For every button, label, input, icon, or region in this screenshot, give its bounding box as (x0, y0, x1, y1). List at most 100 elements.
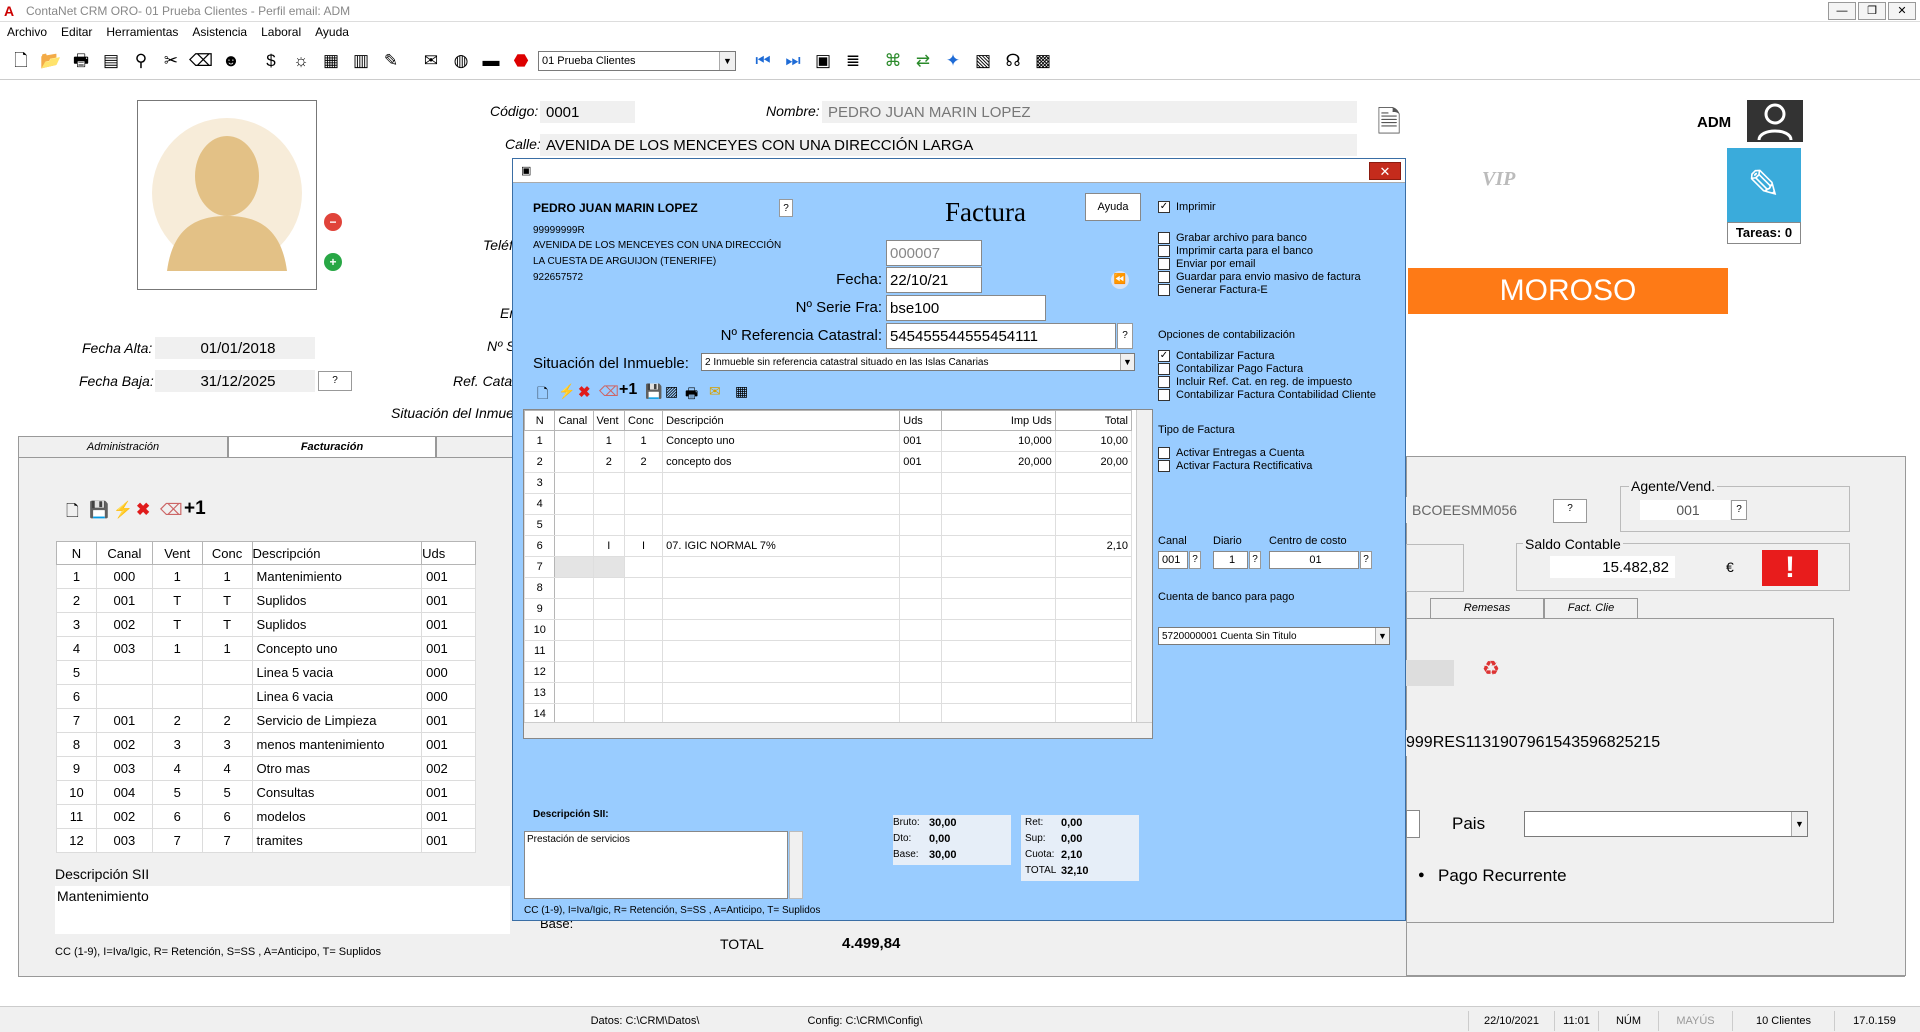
table-cell[interactable]: 9 (56, 756, 97, 781)
table-cell[interactable]: Otro mas (251, 756, 423, 781)
table-cell[interactable]: 5 (524, 514, 556, 536)
table-cell[interactable]: 12 (524, 661, 556, 683)
table-cell[interactable] (554, 493, 594, 515)
table-cell[interactable]: 003 (95, 636, 153, 661)
table-cell[interactable]: T (151, 588, 203, 613)
company-select[interactable]: 01 Prueba Clientes ▼ (538, 50, 736, 71)
fecha-baja-field[interactable]: 31/12/2025 (155, 370, 315, 392)
table-cell[interactable] (592, 472, 626, 494)
scan-icon[interactable]: ▧ (970, 48, 996, 74)
table-cell[interactable]: 001 (421, 828, 476, 853)
table-cell[interactable]: 001 (899, 430, 942, 452)
menu-ayuda[interactable]: Ayuda (308, 25, 356, 39)
card-reader-icon[interactable]: ▬ (478, 48, 504, 74)
table-cell[interactable] (899, 493, 942, 515)
table-cell[interactable] (662, 493, 901, 515)
table-cell[interactable]: 3 (151, 732, 203, 757)
table-cell[interactable] (662, 598, 901, 620)
table-cell[interactable]: 2 (56, 588, 97, 613)
table-row[interactable]: 5 Linea 5 vacia 000 (56, 660, 476, 685)
table-cell[interactable] (662, 682, 901, 704)
table-cell[interactable] (554, 472, 594, 494)
table-cell[interactable] (899, 535, 942, 557)
users-icon[interactable]: ☻ (218, 48, 244, 74)
bg-lightning-icon[interactable]: ⚡ (113, 500, 133, 520)
situacion-select[interactable]: 2 Inmueble sin referencia catastral situ… (701, 353, 1135, 371)
table-cell[interactable] (624, 472, 664, 494)
table-cell[interactable] (592, 682, 626, 704)
codigo-field[interactable]: 0001 (540, 101, 635, 123)
table-cell[interactable]: 10 (524, 619, 556, 641)
client-photo[interactable] (137, 100, 317, 290)
dlg-add-one-icon[interactable]: +1 (619, 381, 637, 399)
table-cell[interactable]: I (592, 535, 626, 557)
table-cell[interactable]: menos mantenimiento (251, 732, 423, 757)
serie-field[interactable]: bse100 (886, 295, 1046, 321)
table-cell[interactable]: Linea 6 vacia (251, 684, 423, 709)
next-icon[interactable]: ⏭ (780, 48, 806, 74)
table-cell[interactable]: 10 (56, 780, 97, 805)
table-cell[interactable] (592, 619, 626, 641)
table-cell[interactable]: 003 (95, 828, 153, 853)
tab-facturacion[interactable]: Facturación (228, 436, 436, 458)
table-cell[interactable]: 4 (151, 756, 203, 781)
recycle-icon[interactable]: ♻ (1482, 656, 1500, 681)
bank-code-field[interactable]: BCOEESMM056 (1406, 497, 1551, 523)
table-cell[interactable] (554, 430, 594, 452)
table-cell[interactable]: 001 (421, 708, 476, 733)
table-cell[interactable]: 1 (151, 564, 203, 589)
table-cell[interactable] (1054, 472, 1133, 494)
table-cell[interactable]: 001 (421, 804, 476, 829)
table-cell[interactable] (592, 598, 626, 620)
table-cell[interactable] (940, 493, 1056, 515)
table-cell[interactable] (1054, 493, 1133, 515)
globe-icon[interactable]: ◍ (448, 48, 474, 74)
table-row[interactable]: 4 003 1 1 Concepto uno 001 (56, 636, 476, 661)
table-cell[interactable] (1054, 577, 1133, 599)
dlg-grid-vscroll[interactable] (1136, 410, 1152, 722)
tab-remesas[interactable]: Remesas (1430, 598, 1544, 618)
money-bag-icon[interactable]: $ (258, 48, 284, 74)
menu-asistencia[interactable]: Asistencia (185, 25, 254, 39)
table-cell[interactable]: 001 (421, 780, 476, 805)
table-cell[interactable]: 1 (56, 564, 97, 589)
diario-field[interactable]: 1 (1213, 551, 1248, 569)
table-cell[interactable]: Concepto uno (251, 636, 423, 661)
table-cell[interactable] (554, 598, 594, 620)
option-checkbox[interactable]: Guardar para envio masivo de factura (1158, 270, 1361, 283)
canal-help-button[interactable]: ? (1189, 551, 1201, 569)
table-cell[interactable] (624, 619, 664, 641)
dlg-desc-field[interactable]: Prestación de servicios (524, 831, 788, 899)
table-cell[interactable]: 5 (201, 780, 253, 805)
table-cell[interactable] (1054, 598, 1133, 620)
table-cell[interactable] (940, 661, 1056, 683)
col-header[interactable]: Uds (421, 541, 476, 565)
table-row[interactable]: 10 004 5 5 Consultas 001 (56, 780, 476, 805)
table-row[interactable]: 3 002 T T Suplidos 001 (56, 612, 476, 637)
canal-field[interactable]: 001 (1158, 551, 1188, 569)
table-cell[interactable]: 2 (201, 708, 253, 733)
col-header[interactable]: Conc (624, 410, 664, 431)
col-header[interactable]: N (524, 410, 556, 431)
col-header[interactable]: Canal (95, 541, 153, 565)
table-cell[interactable] (899, 556, 942, 578)
table-cell[interactable] (624, 493, 664, 515)
table-row[interactable]: 13 (524, 682, 1133, 704)
table-row[interactable]: 2 2 2 concepto dos 001 20,000 20,00 (524, 451, 1133, 473)
table-row[interactable]: 12 003 7 7 tramites 001 (56, 828, 476, 853)
dlg-lightning-icon[interactable]: ⚡ (558, 383, 575, 400)
nombre-field[interactable]: PEDRO JUAN MARIN LOPEZ (822, 101, 1357, 123)
table-cell[interactable]: 003 (95, 756, 153, 781)
agente-field[interactable]: 001 (1640, 500, 1730, 520)
add-photo-icon[interactable]: + (324, 253, 342, 271)
table-row[interactable]: 6 Linea 6 vacia 000 (56, 684, 476, 709)
table-cell[interactable]: T (201, 612, 253, 637)
table-cell[interactable] (940, 514, 1056, 536)
table-cell[interactable] (940, 472, 1056, 494)
table-cell[interactable] (1054, 640, 1133, 662)
table-cell[interactable]: tramites (251, 828, 423, 853)
table-cell[interactable]: 002 (95, 612, 153, 637)
table-row[interactable]: 7 001 2 2 Servicio de Limpieza 001 (56, 708, 476, 733)
minimize-button[interactable]: — (1828, 2, 1856, 20)
table-cell[interactable] (592, 640, 626, 662)
